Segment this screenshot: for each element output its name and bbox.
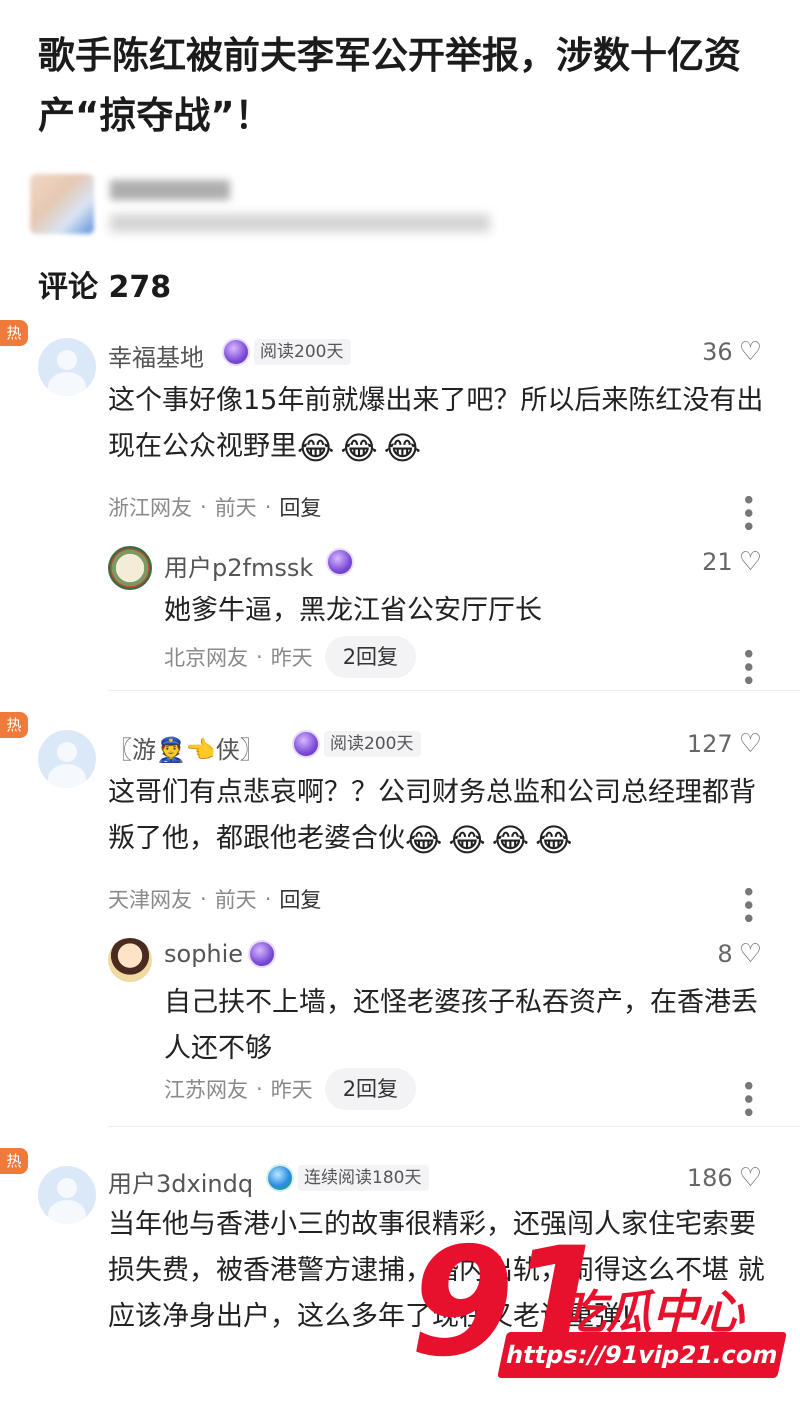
divider xyxy=(108,690,800,691)
reply-meta: 江苏网友 · 昨天 2回复 xyxy=(164,1068,417,1110)
comment-item: 幸福基地 阅读200天 36 ♡ 这个事好像15年前就爆出来了吧？所以后来陈红没… xyxy=(0,320,800,690)
like-count: 36 xyxy=(702,338,733,366)
heart-icon: ♡ xyxy=(738,337,762,367)
timestamp: 昨天 xyxy=(270,646,313,670)
like-button[interactable]: 36 ♡ xyxy=(702,338,762,366)
comment-meta: 天津网友 · 前天 · 回复 xyxy=(108,884,321,914)
timestamp: 前天 xyxy=(214,888,257,912)
like-button[interactable]: 8 ♡ xyxy=(717,940,762,968)
gem-icon xyxy=(222,338,250,366)
watermark-logo: 91 吃瓜中心 https://91vip21.com xyxy=(410,1228,790,1398)
comment-text: 这个事好像15年前就爆出来了吧？所以后来陈红没有出现在公众视野里😂😂😂 xyxy=(108,385,764,467)
like-button[interactable]: 127 ♡ xyxy=(687,730,762,758)
avatar[interactable] xyxy=(108,546,152,590)
like-button[interactable]: 21 ♡ xyxy=(702,548,762,576)
comment-author[interactable]: 幸福基地 xyxy=(108,338,204,373)
like-count: 127 xyxy=(686,730,733,758)
heart-icon: ♡ xyxy=(738,1163,762,1193)
laugh-emoji: 😂😂😂 xyxy=(297,429,428,467)
location: 江苏网友 xyxy=(164,1078,248,1102)
reading-badge: 阅读200天 xyxy=(292,730,422,758)
avatar[interactable] xyxy=(38,338,96,396)
timestamp: 昨天 xyxy=(270,1078,313,1102)
level-badge xyxy=(326,548,354,576)
divider xyxy=(108,1126,800,1127)
gem-icon xyxy=(248,940,276,968)
heart-icon: ♡ xyxy=(738,547,762,577)
author-name-blurred xyxy=(110,180,230,200)
badge-label: 连续阅读180天 xyxy=(298,1165,430,1191)
laugh-emoji: 😂😂😂😂 xyxy=(405,821,579,859)
location: 浙江网友 xyxy=(108,496,192,520)
location: 天津网友 xyxy=(108,888,192,912)
watermark-url: https://91vip21.com xyxy=(497,1332,787,1378)
reply-meta: 北京网友 · 昨天 2回复 xyxy=(164,636,417,678)
reply-author[interactable]: sophie xyxy=(164,940,243,968)
level-badge xyxy=(248,940,276,968)
view-replies-button[interactable]: 2回复 xyxy=(324,636,417,678)
comment-item: 〖游👮👈侠〗 阅读200天 127 ♡ 这哥们有点悲哀啊？？公司财务总监和公司总… xyxy=(0,712,800,1118)
gem-icon xyxy=(292,730,320,758)
reply-button[interactable]: 回复 xyxy=(279,492,321,522)
avatar[interactable] xyxy=(38,730,96,788)
like-count: 21 xyxy=(702,548,733,576)
reply-author[interactable]: 用户p2fmssk xyxy=(164,548,313,583)
comment-text: 这哥们有点悲哀啊？？公司财务总监和公司总经理都背叛了他，都跟他老婆合伙😂😂😂😂 xyxy=(108,777,756,859)
view-replies-button[interactable]: 2回复 xyxy=(324,1068,417,1110)
more-options-icon[interactable]: ••• xyxy=(732,646,762,686)
reading-badge: 阅读200天 xyxy=(222,338,352,366)
badge-label: 阅读200天 xyxy=(254,339,352,365)
comment-count: 评论 278 xyxy=(38,270,172,305)
more-options-icon[interactable]: ••• xyxy=(732,884,762,924)
location: 北京网友 xyxy=(164,646,248,670)
avatar[interactable] xyxy=(108,938,152,982)
heart-icon: ♡ xyxy=(738,939,762,969)
reply-text: 她爹牛逼，黑龙江省公安厅厅长 xyxy=(164,595,542,626)
gem-icon xyxy=(326,548,354,576)
more-options-icon[interactable]: ••• xyxy=(732,1078,762,1118)
like-count: 8 xyxy=(717,940,733,968)
article-title: 歌手陈红被前夫李军公开举报，涉数十亿资产“掠夺战”！ xyxy=(38,34,741,137)
timestamp: 前天 xyxy=(214,496,257,520)
more-options-icon[interactable]: ••• xyxy=(732,492,762,532)
like-count: 186 xyxy=(686,1164,733,1192)
like-button[interactable]: 186 ♡ xyxy=(687,1164,762,1192)
reply-text: 自己扶不上墙，还怪老婆孩子私吞资产，在香港丢人还不够 xyxy=(164,987,758,1064)
comment-author[interactable]: 用户3dxindq xyxy=(108,1164,253,1199)
author-meta-blurred xyxy=(110,214,490,232)
author-avatar xyxy=(30,174,94,234)
badge-label: 阅读200天 xyxy=(324,731,422,757)
reply-button[interactable]: 回复 xyxy=(279,884,321,914)
author-info-blurred xyxy=(30,170,490,240)
comment-author[interactable]: 〖游👮👈侠〗 xyxy=(108,730,264,765)
heart-icon: ♡ xyxy=(738,729,762,759)
reading-badge: 连续阅读180天 xyxy=(266,1164,430,1192)
comment-meta: 浙江网友 · 前天 · 回复 xyxy=(108,492,321,522)
avatar[interactable] xyxy=(38,1166,96,1224)
gem-icon xyxy=(266,1164,294,1192)
